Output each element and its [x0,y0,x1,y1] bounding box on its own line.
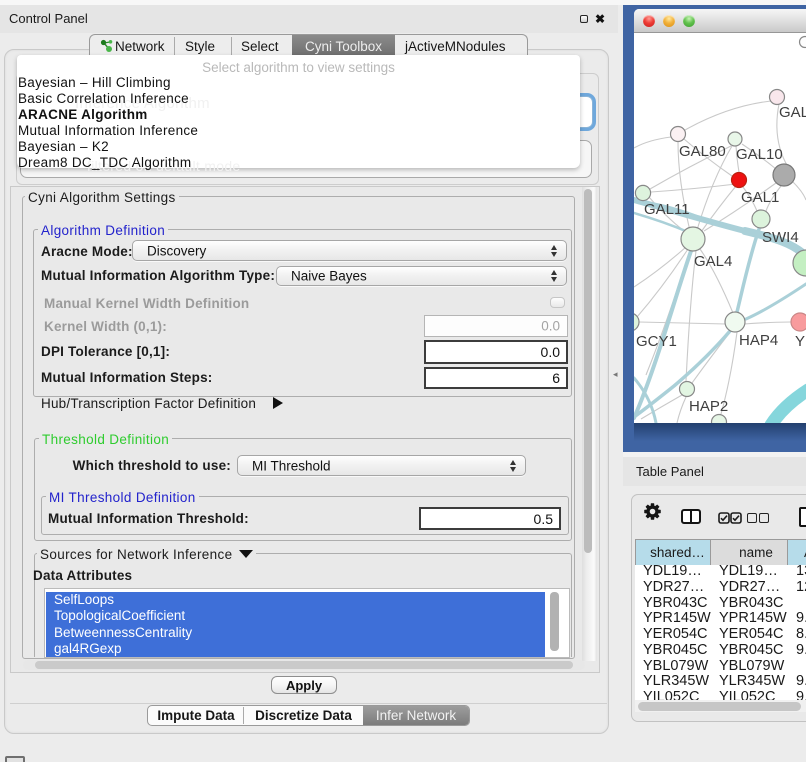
svg-text:GAL4: GAL4 [694,253,732,270]
svg-text:SWI4: SWI4 [762,229,799,246]
svg-text:GAL11: GAL11 [644,201,690,218]
svg-text:HAP2: HAP2 [689,398,728,415]
svg-text:GAL10: GAL10 [736,146,783,163]
svg-text:YE: YE [795,333,806,350]
svg-text:GAL80: GAL80 [679,143,726,160]
svg-text:HAP4: HAP4 [739,332,778,349]
svg-text:GAL7: GAL7 [779,104,806,121]
svg-text:GAL1: GAL1 [741,189,779,206]
svg-text:GCY1: GCY1 [636,333,677,350]
